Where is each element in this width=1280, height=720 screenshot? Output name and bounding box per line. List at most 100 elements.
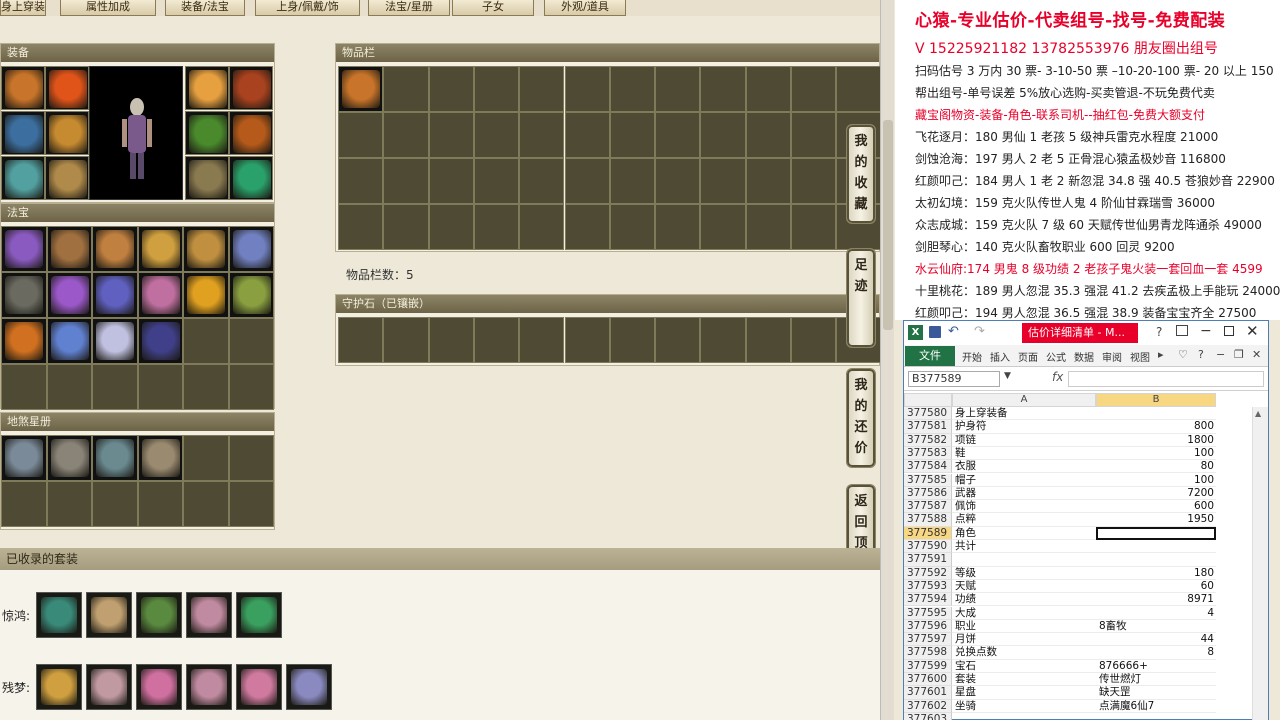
- equipment-slot[interactable]: [45, 156, 89, 200]
- bag-slot[interactable]: [700, 112, 746, 158]
- row-number[interactable]: 377597: [904, 633, 952, 647]
- cell-b[interactable]: [1096, 553, 1216, 567]
- cell-b[interactable]: 8畜牧: [1096, 620, 1216, 634]
- top-tab[interactable]: 属性加成: [60, 0, 156, 16]
- guard-stone-slot[interactable]: [519, 317, 565, 363]
- close-icon[interactable]: ✕: [1246, 322, 1259, 340]
- ribbon-tab[interactable]: 插入: [990, 349, 1010, 364]
- top-tab[interactable]: 子女: [452, 0, 534, 16]
- equipment-slot[interactable]: [229, 111, 273, 155]
- cell-b[interactable]: 876666+: [1096, 660, 1216, 673]
- top-tab[interactable]: 装备/法宝: [165, 0, 245, 16]
- bag-slot[interactable]: [383, 204, 429, 250]
- fabao-slot[interactable]: [1, 364, 47, 410]
- fabao-slot[interactable]: [46, 226, 92, 272]
- side-button[interactable]: 足 迹: [846, 248, 876, 348]
- equipment-slot[interactable]: [229, 66, 273, 110]
- guard-stone-slot[interactable]: [700, 317, 746, 363]
- star-book-slot[interactable]: [183, 481, 229, 527]
- guard-stone-slot[interactable]: [655, 317, 701, 363]
- guard-stone-slot[interactable]: [564, 317, 610, 363]
- star-book-slot[interactable]: [228, 435, 274, 481]
- bag-slot[interactable]: [519, 112, 565, 158]
- row-number[interactable]: 377584: [904, 460, 952, 474]
- cell-a[interactable]: 兑换点数: [952, 646, 1096, 660]
- bag-slot[interactable]: [655, 66, 701, 112]
- star-book-slot[interactable]: [92, 435, 138, 481]
- equipment-slot[interactable]: [185, 156, 229, 200]
- cell-b[interactable]: 8: [1096, 646, 1216, 660]
- bag-slot[interactable]: [791, 66, 837, 112]
- row-number[interactable]: 377592: [904, 566, 952, 580]
- fabao-slot[interactable]: [137, 318, 183, 364]
- cell-b[interactable]: 1800: [1096, 434, 1216, 447]
- name-box-dropdown-icon[interactable]: ▼: [1004, 371, 1011, 381]
- row-number[interactable]: 377582: [904, 433, 952, 447]
- star-book-slot[interactable]: [228, 481, 274, 527]
- cell-a[interactable]: [952, 713, 1096, 720]
- bag-slot[interactable]: [791, 158, 837, 204]
- sheet-grid[interactable]: 377580 身上穿装备 377581 护身符 800 377582 项链 1800 37758…: [904, 407, 1268, 720]
- fabao-slot[interactable]: [137, 226, 183, 272]
- cell-b[interactable]: 180: [1096, 567, 1216, 580]
- ribbon-min-icon[interactable]: −: [1216, 348, 1225, 361]
- column-header-a[interactable]: A: [952, 393, 1096, 407]
- guard-stone-slot[interactable]: [338, 317, 384, 363]
- guard-stone-slot[interactable]: [473, 317, 520, 363]
- scroll-up-icon[interactable]: ▲: [1255, 409, 1261, 418]
- row-number[interactable]: 377581: [904, 420, 952, 434]
- row-number[interactable]: 377598: [904, 646, 952, 660]
- cell-b[interactable]: 4: [1096, 607, 1216, 620]
- cell-b[interactable]: 100: [1096, 447, 1216, 461]
- star-book-slot[interactable]: [46, 481, 92, 527]
- row-number[interactable]: 377591: [904, 553, 952, 567]
- row-number[interactable]: 377599: [904, 659, 952, 673]
- cell-a[interactable]: 项链: [952, 434, 1096, 447]
- bag-slot[interactable]: [428, 112, 474, 158]
- star-book-slot[interactable]: [1, 481, 47, 527]
- suit-item[interactable]: [36, 664, 82, 710]
- cell-a[interactable]: 大成: [952, 607, 1096, 620]
- bag-slot[interactable]: [836, 66, 882, 112]
- fabao-slot[interactable]: [137, 272, 183, 318]
- cell-a[interactable]: 功绩: [952, 593, 1096, 607]
- cell-a[interactable]: 星盘: [952, 686, 1096, 700]
- row-number[interactable]: 377602: [904, 699, 952, 713]
- bag-slot[interactable]: [383, 112, 429, 158]
- smiley-icon[interactable]: ♡: [1178, 348, 1188, 361]
- suit-item[interactable]: [286, 664, 332, 710]
- bag-slot[interactable]: [745, 158, 791, 204]
- bag-slot[interactable]: [564, 66, 610, 112]
- cell-a[interactable]: 护身符: [952, 420, 1096, 434]
- equipment-slot[interactable]: [185, 111, 229, 155]
- suit-item[interactable]: [86, 664, 132, 710]
- bag-slot[interactable]: [519, 66, 565, 112]
- cell-b[interactable]: 7200: [1096, 487, 1216, 501]
- bag-slot[interactable]: [564, 158, 610, 204]
- top-tab[interactable]: 法宝/星册: [368, 0, 450, 16]
- row-number[interactable]: 377601: [904, 686, 952, 700]
- cell-a[interactable]: 帽子: [952, 474, 1096, 487]
- row-number[interactable]: 377600: [904, 673, 952, 687]
- fabao-slot[interactable]: [137, 364, 183, 410]
- cell-a[interactable]: 月饼: [952, 633, 1096, 647]
- cell-b[interactable]: 60: [1096, 580, 1216, 594]
- side-button[interactable]: 我 的 收 藏: [846, 124, 876, 224]
- bag-slot[interactable]: [338, 204, 384, 250]
- fabao-slot[interactable]: [92, 272, 138, 318]
- cell-b[interactable]: [1096, 713, 1216, 720]
- sheet-vertical-scrollbar[interactable]: ▲: [1252, 407, 1268, 720]
- bag-slot[interactable]: [338, 112, 384, 158]
- equipment-slot[interactable]: [185, 66, 229, 110]
- suit-item[interactable]: [136, 664, 182, 710]
- formula-input[interactable]: [1068, 371, 1264, 387]
- suit-item[interactable]: [136, 592, 182, 638]
- equipment-slot[interactable]: [229, 156, 273, 200]
- cell-b[interactable]: [1096, 526, 1216, 540]
- row-number[interactable]: 377585: [904, 473, 952, 487]
- column-header-b[interactable]: B: [1096, 393, 1216, 407]
- cell-b[interactable]: 点满魔6仙7: [1096, 700, 1216, 713]
- bag-slot[interactable]: [655, 112, 701, 158]
- row-number[interactable]: 377594: [904, 593, 952, 607]
- cell-a[interactable]: 佩饰: [952, 500, 1096, 514]
